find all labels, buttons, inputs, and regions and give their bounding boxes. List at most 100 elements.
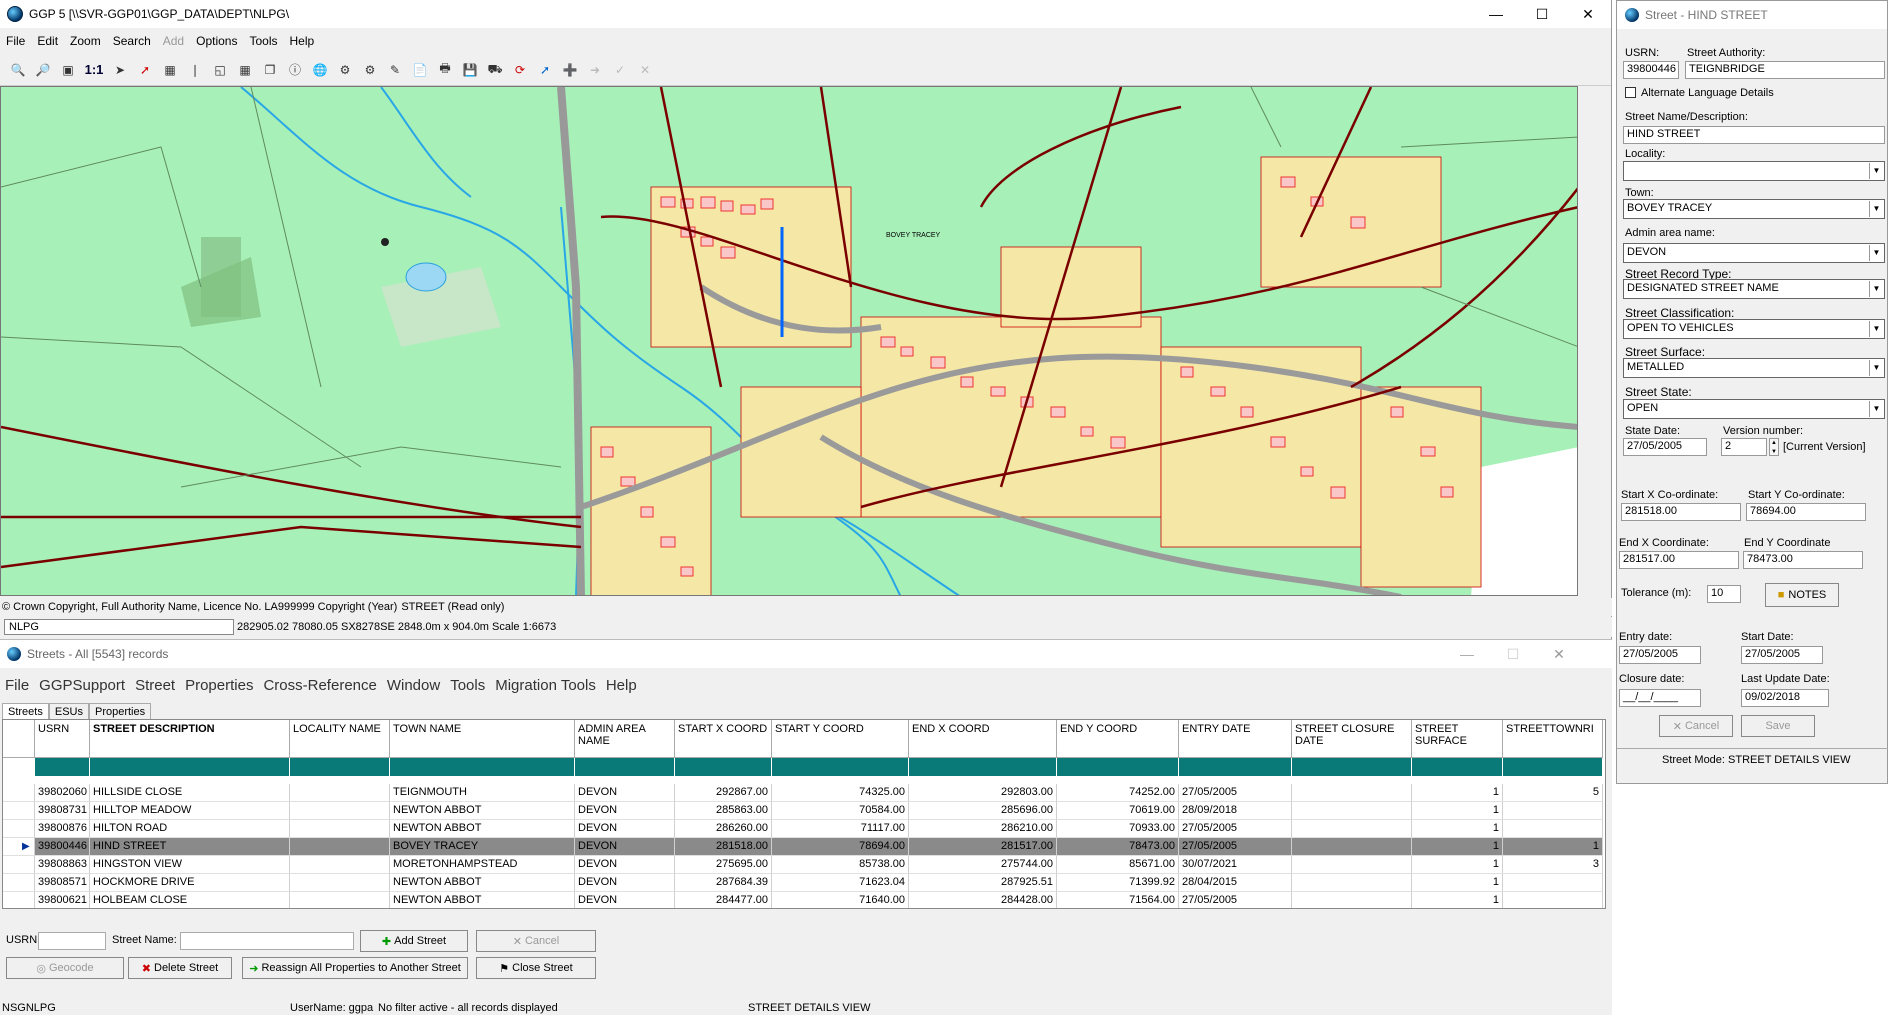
col-start-y[interactable]: START Y COORD [772, 720, 909, 758]
add-street-button[interactable]: ✚ Add Street [360, 930, 468, 952]
tolerance-field[interactable]: 10 [1707, 585, 1741, 603]
cell-usrn[interactable]: 39800446 [35, 838, 90, 856]
cell-surface[interactable]: 1 [1412, 802, 1503, 820]
cell-sy[interactable]: 71640.00 [772, 892, 909, 908]
minimize-button[interactable]: — [1473, 0, 1519, 28]
col-town-name[interactable]: TOWN NAME [390, 720, 575, 758]
filter-cell[interactable] [1503, 758, 1603, 776]
cell-ey[interactable]: 71564.00 [1057, 892, 1179, 908]
row-indicator[interactable] [3, 874, 35, 892]
cell-admin[interactable]: DEVON [575, 874, 675, 892]
row-indicator[interactable] [3, 820, 35, 838]
table-row[interactable]: 39808863 HINGSTON VIEW MORETONHAMPSTEAD DEV… [3, 856, 1605, 874]
cell-ex[interactable]: 287925.51 [909, 874, 1057, 892]
delete-street-button[interactable]: ✖ Delete Street [128, 957, 232, 979]
classification-dropdown[interactable]: OPEN TO VEHICLES ▼ [1623, 319, 1885, 339]
cell-extra[interactable] [1503, 892, 1603, 908]
cell-ey[interactable]: 70619.00 [1057, 802, 1179, 820]
map-canvas[interactable]: BOVEY TRACEY [1, 87, 1578, 596]
cell-ex[interactable]: 292803.00 [909, 784, 1057, 802]
cell-sy[interactable]: 70584.00 [772, 802, 909, 820]
document-icon[interactable]: 📄 [410, 60, 430, 80]
zoom-scale-button[interactable]: 1:1 [83, 60, 105, 80]
measure-icon[interactable]: ❘ [185, 60, 205, 80]
cell-closure[interactable] [1292, 892, 1412, 908]
cell-loc[interactable] [290, 820, 390, 838]
cell-loc[interactable] [290, 802, 390, 820]
refresh-icon[interactable]: ⟳ [510, 60, 530, 80]
streets-maximize-button[interactable]: ☐ [1490, 640, 1536, 668]
menu-file[interactable]: File [0, 34, 31, 48]
cell-desc[interactable]: HILLSIDE CLOSE [90, 784, 290, 802]
filter-cell[interactable] [390, 758, 575, 776]
cell-extra[interactable]: 1 [1503, 838, 1603, 856]
col-end-x[interactable]: END X COORD [909, 720, 1057, 758]
cell-sy[interactable]: 85738.00 [772, 856, 909, 874]
cell-date[interactable]: 27/05/2005 [1179, 892, 1292, 908]
cell-ey[interactable]: 78473.00 [1057, 838, 1179, 856]
menu-edit[interactable]: Edit [31, 34, 64, 48]
col-street-surface[interactable]: STREET SURFACE [1412, 720, 1503, 758]
reassign-properties-button[interactable]: ➜ Reassign All Properties to Another Stre… [242, 957, 468, 979]
row-indicator[interactable] [3, 802, 35, 820]
pan-icon[interactable]: ➤ [110, 60, 130, 80]
filter-cell[interactable] [290, 758, 390, 776]
start-x-field[interactable]: 281518.00 [1621, 503, 1741, 521]
chevron-down-icon[interactable]: ▼ [1869, 321, 1883, 337]
move-icon[interactable]: ➜ [585, 60, 605, 80]
grid-icon[interactable]: ▦ [235, 60, 255, 80]
cell-sx[interactable]: 281518.00 [675, 838, 772, 856]
check-icon[interactable]: ✓ [610, 60, 630, 80]
cell-admin[interactable]: DEVON [575, 820, 675, 838]
admin-area-dropdown[interactable]: DEVON ▼ [1623, 243, 1885, 263]
street-state-dropdown[interactable]: OPEN ▼ [1623, 399, 1885, 419]
col-admin-area-name[interactable]: ADMIN AREA NAME [575, 720, 675, 758]
menu-search[interactable]: Search [107, 34, 157, 48]
filter-cell[interactable] [35, 758, 90, 776]
cell-desc[interactable]: HILTON ROAD [90, 820, 290, 838]
filter-cell[interactable] [1179, 758, 1292, 776]
zoom-window-icon[interactable]: ▣ [58, 60, 78, 80]
cell-closure[interactable] [1292, 874, 1412, 892]
cell-town[interactable]: NEWTON ABBOT [390, 820, 575, 838]
cell-loc[interactable] [290, 838, 390, 856]
cell-admin[interactable]: DEVON [575, 802, 675, 820]
cell-usrn[interactable]: 39808571 [35, 874, 90, 892]
cell-extra[interactable] [1503, 874, 1603, 892]
cell-extra[interactable]: 5 [1503, 784, 1603, 802]
table-row[interactable]: 39802060 HILLSIDE CLOSE TEIGNMOUTH DEVON 292… [3, 784, 1605, 802]
row-indicator[interactable] [3, 856, 35, 874]
cell-date[interactable]: 28/09/2018 [1179, 802, 1292, 820]
cross-icon[interactable]: ✕ [635, 60, 655, 80]
chevron-down-icon[interactable]: ▼ [1869, 281, 1883, 297]
cell-sx[interactable]: 287684.39 [675, 874, 772, 892]
cell-sx[interactable]: 285863.00 [675, 802, 772, 820]
menu-options[interactable]: Options [190, 34, 243, 48]
cell-ey[interactable]: 85671.00 [1057, 856, 1179, 874]
cell-loc[interactable] [290, 892, 390, 908]
table-row[interactable]: 39800876 HILTON ROAD NEWTON ABBOT DEVON 2862… [3, 820, 1605, 838]
cell-surface[interactable]: 1 [1412, 784, 1503, 802]
cell-sy[interactable]: 74325.00 [772, 784, 909, 802]
cell-surface[interactable]: 1 [1412, 856, 1503, 874]
cell-ex[interactable]: 285696.00 [909, 802, 1057, 820]
col-locality-name[interactable]: LOCALITY NAME [290, 720, 390, 758]
split-icon[interactable]: ➕ [560, 60, 580, 80]
cell-usrn[interactable]: 39808731 [35, 802, 90, 820]
filter-cell[interactable] [1412, 758, 1503, 776]
locality-dropdown[interactable]: ▼ [1623, 161, 1885, 181]
col-entry-date[interactable]: ENTRY DATE [1179, 720, 1292, 758]
cell-ey[interactable]: 71399.92 [1057, 874, 1179, 892]
cell-surface[interactable]: 1 [1412, 874, 1503, 892]
zoom-out-icon[interactable]: 🔎 [33, 60, 53, 80]
cell-town[interactable]: NEWTON ABBOT [390, 802, 575, 820]
cell-surface[interactable]: 1 [1412, 892, 1503, 908]
end-x-field[interactable]: 281517.00 [1619, 551, 1739, 569]
streets-menu-window[interactable]: Window [382, 677, 445, 694]
cell-date[interactable]: 28/04/2015 [1179, 874, 1292, 892]
cell-sx[interactable]: 286260.00 [675, 820, 772, 838]
streets-menu-ggpsupport[interactable]: GGPSupport [34, 677, 130, 694]
panel-cancel-button[interactable]: ✕ Cancel [1659, 715, 1733, 737]
chevron-down-icon[interactable]: ▼ [1869, 201, 1883, 217]
streets-menu-street[interactable]: Street [130, 677, 180, 694]
